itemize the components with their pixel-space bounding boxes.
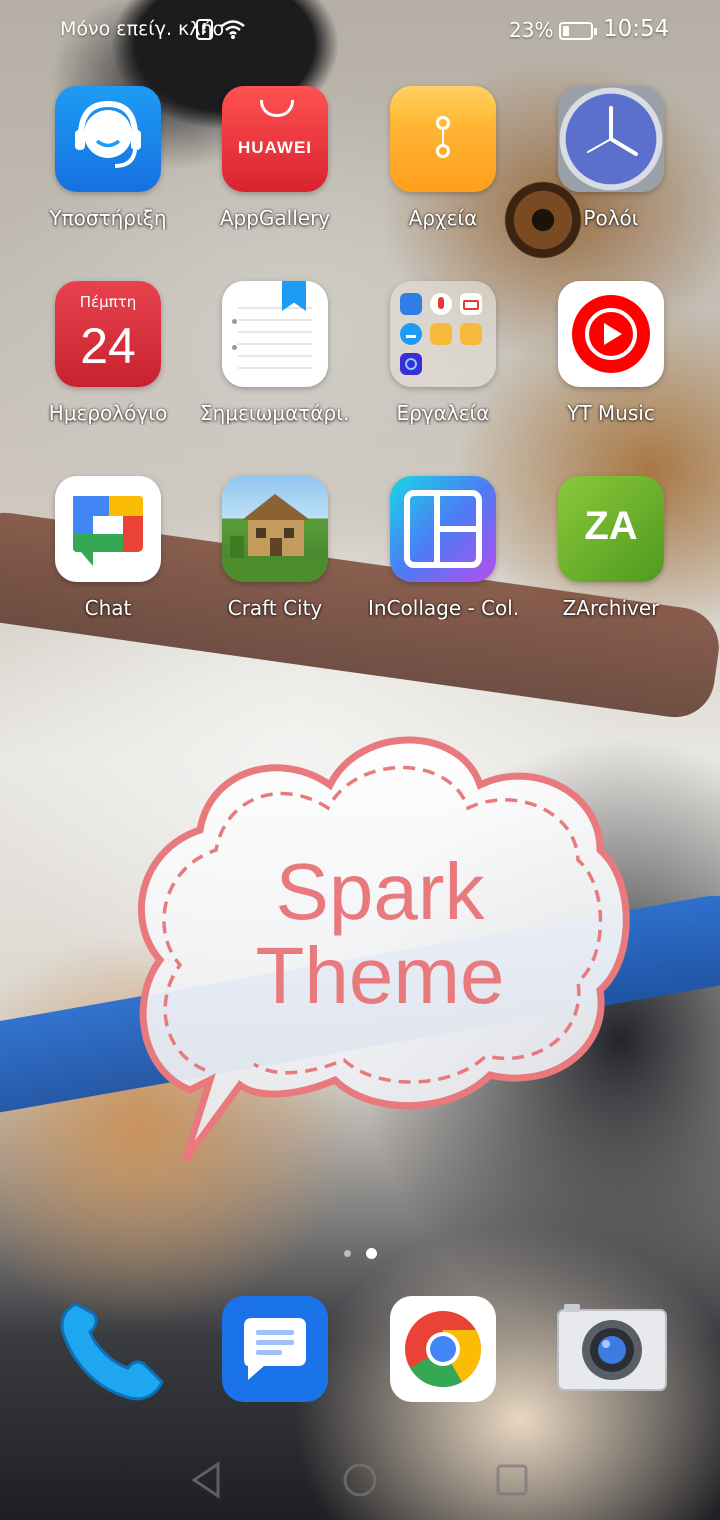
wifi-icon xyxy=(221,20,245,39)
headset-support-icon xyxy=(55,86,161,192)
camera-icon xyxy=(557,1304,667,1391)
app-label: AppGallery xyxy=(219,206,331,230)
home-circle-icon[interactable] xyxy=(338,1458,382,1502)
zarchiver-icon: ZA xyxy=(558,476,664,582)
appgallery-smile-shape xyxy=(260,100,294,117)
app-files[interactable]: Αρχεία xyxy=(368,86,518,230)
app-label: Αρχεία xyxy=(408,206,478,230)
app-support[interactable]: Υποστήριξη xyxy=(33,86,183,230)
page-indicator[interactable] xyxy=(340,1248,380,1262)
app-clock[interactable]: Ρολόι xyxy=(536,86,686,230)
app-label: Υποστήριξη xyxy=(49,206,167,230)
file-mini-icon xyxy=(460,323,482,345)
messages-icon xyxy=(222,1296,328,1402)
notepad-line xyxy=(238,343,312,345)
radio-mini-icon xyxy=(460,293,482,315)
clock-icon xyxy=(558,86,664,192)
app-label: YT Music xyxy=(567,401,655,425)
app-craft-city[interactable]: Craft City xyxy=(200,476,350,620)
home-screen: Μόνο επείγ. κλήσ ! 23% 10:54 Υποστήριξη xyxy=(0,0,720,1520)
status-time: 10:54 xyxy=(603,16,670,42)
download-mini-icon xyxy=(400,323,422,345)
incollage-icon xyxy=(390,476,496,582)
widget-title-line1: Spark xyxy=(275,847,485,936)
dock-phone[interactable] xyxy=(48,1290,164,1401)
tools-folder-icon xyxy=(390,281,496,387)
notepad-ring xyxy=(232,345,237,350)
app-label: InCollage - Col.. xyxy=(368,596,518,620)
notepad-line xyxy=(238,331,312,333)
dock-messages[interactable] xyxy=(222,1296,332,1406)
page-dot-active[interactable] xyxy=(366,1248,377,1259)
calendar-date: 24 xyxy=(80,318,136,374)
widget-title-line2: Theme xyxy=(255,931,505,1020)
app-label: ZArchiver xyxy=(562,596,660,620)
notepad-line xyxy=(238,319,312,321)
recents-square-icon[interactable] xyxy=(490,1458,534,1502)
app-zarchiver[interactable]: ZA ZArchiver xyxy=(536,476,686,620)
calendar-weekday: Πέμπτη xyxy=(79,293,137,311)
app-label: Chat xyxy=(84,596,132,620)
appgallery-brand-text: HUAWEI xyxy=(238,138,312,157)
battery-icon xyxy=(559,22,597,40)
spark-theme-widget[interactable]: Spark Theme xyxy=(130,730,630,1170)
files-folder-icon xyxy=(390,86,496,192)
recorder-mini-icon xyxy=(430,293,452,315)
app-yt-music[interactable]: YT Music xyxy=(536,281,686,425)
assistant-mini-icon xyxy=(400,353,422,375)
folder-tools[interactable]: Εργαλεία xyxy=(368,281,518,425)
huawei-appgallery-icon: HUAWEI xyxy=(222,86,328,192)
notepad-icon xyxy=(222,281,328,387)
sim-alert-icon: ! xyxy=(196,19,213,40)
chrome-icon xyxy=(390,1296,496,1402)
app-incollage[interactable]: InCollage - Col.. xyxy=(368,476,518,620)
battery-level-fill xyxy=(563,26,569,36)
app-label: Ρολόι xyxy=(583,206,639,230)
back-triangle-icon[interactable] xyxy=(186,1458,230,1502)
craft-city-icon xyxy=(222,476,328,582)
app-label: Ημερολόγιο xyxy=(48,401,168,425)
folder-button xyxy=(436,144,450,158)
google-chat-icon xyxy=(55,476,161,582)
app-notepad[interactable]: Σημειωματάρι.. xyxy=(200,281,350,425)
status-bar: Μόνο επείγ. κλήσ ! 23% 10:54 xyxy=(0,0,720,62)
zarchiver-glyph: ZA xyxy=(584,504,638,548)
navigation-bar xyxy=(0,1440,720,1520)
notepad-ring xyxy=(232,319,237,324)
notepad-line xyxy=(238,367,312,369)
app-label: Σημειωματάρι.. xyxy=(200,401,350,425)
battery-percent: 23% xyxy=(509,18,554,42)
app-label: Craft City xyxy=(227,596,323,620)
app-calendar[interactable]: Πέμπτη 24 Ημερολόγιο xyxy=(33,281,183,425)
folder-string xyxy=(442,130,444,144)
phone-icon xyxy=(60,1302,164,1401)
dock-chrome[interactable] xyxy=(390,1296,500,1406)
dock-camera[interactable] xyxy=(556,1300,667,1410)
calendar-icon: Πέμπτη 24 xyxy=(55,281,161,387)
notepad-line xyxy=(238,355,312,357)
collage-divider xyxy=(434,526,482,532)
app-chat[interactable]: Chat xyxy=(33,476,183,620)
page-dot[interactable] xyxy=(344,1250,351,1257)
app-appgallery[interactable]: HUAWEI AppGallery xyxy=(200,86,350,230)
file-mini-icon xyxy=(430,323,452,345)
folder-button xyxy=(436,116,450,130)
app-label: Εργαλεία xyxy=(396,401,490,425)
contacts-mini-icon xyxy=(400,293,422,315)
yt-music-icon xyxy=(558,281,664,387)
